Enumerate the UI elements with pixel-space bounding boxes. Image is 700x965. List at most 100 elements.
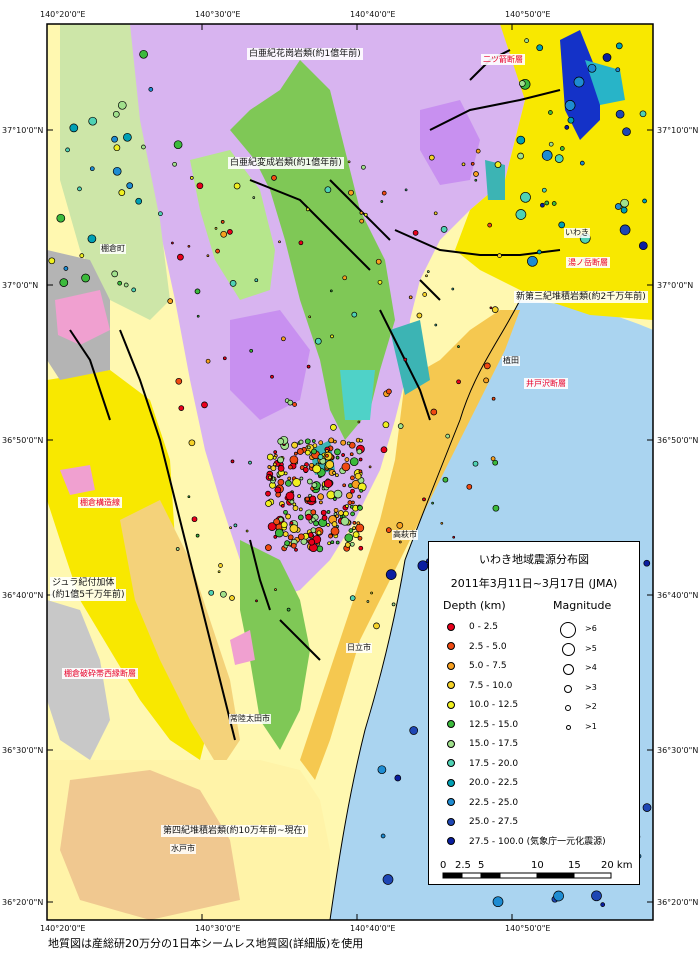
earthquake-point bbox=[274, 588, 277, 591]
earthquake-point bbox=[311, 448, 317, 455]
earthquake-point bbox=[292, 402, 297, 407]
earthquake-point bbox=[380, 446, 388, 454]
earthquake-point bbox=[320, 509, 327, 516]
earthquake-point bbox=[318, 440, 324, 446]
legend-magnitude-label: >4 bbox=[585, 663, 597, 672]
earthquake-point bbox=[229, 280, 237, 287]
depth-color-dot bbox=[447, 720, 455, 728]
earthquake-point bbox=[287, 464, 293, 470]
label-city-iwaki: いわき bbox=[564, 228, 590, 238]
earthquake-point bbox=[77, 186, 82, 192]
earthquake-point bbox=[489, 306, 493, 310]
earthquake-point bbox=[167, 298, 174, 304]
earthquake-point bbox=[305, 207, 310, 212]
earthquake-point bbox=[440, 226, 448, 233]
label-cretaceous-granite: 白亜紀花崗岩類(約1億年前) bbox=[247, 48, 363, 60]
earthquake-point bbox=[172, 161, 177, 167]
earthquake-point bbox=[615, 109, 625, 119]
earthquake-point bbox=[126, 182, 134, 189]
legend-depth-label: 17.5 - 20.0 bbox=[469, 758, 519, 769]
earthquake-point bbox=[218, 563, 223, 568]
earthquake-point bbox=[311, 482, 318, 488]
earthquake-point bbox=[335, 514, 339, 519]
earthquake-point bbox=[332, 471, 336, 475]
earthquake-point bbox=[564, 125, 570, 130]
earthquake-point bbox=[308, 538, 316, 546]
magnitude-circle bbox=[562, 663, 574, 675]
earthquake-point bbox=[559, 146, 565, 151]
earthquake-point bbox=[350, 488, 355, 494]
earthquake-point bbox=[306, 478, 313, 485]
scale-label-0: 0 bbox=[440, 860, 447, 871]
earthquake-point bbox=[277, 438, 285, 445]
earthquake-point bbox=[308, 315, 312, 319]
earthquake-point bbox=[385, 569, 397, 580]
earthquake-point bbox=[492, 504, 500, 512]
earthquake-point bbox=[396, 522, 404, 529]
earthquake-point bbox=[359, 218, 365, 224]
earthquake-point bbox=[201, 401, 208, 409]
earthquake-point bbox=[330, 334, 334, 339]
earthquake-point bbox=[335, 540, 340, 545]
earthquake-point bbox=[472, 460, 479, 467]
earthquake-point bbox=[298, 507, 303, 512]
earthquake-point bbox=[461, 162, 466, 167]
earthquake-point bbox=[63, 266, 69, 271]
earthquake-point bbox=[466, 483, 473, 490]
earthquake-point bbox=[536, 44, 544, 52]
earthquake-point bbox=[271, 175, 277, 181]
label-quaternary-sediment: 第四紀堆積岩類(約10万年前~現在) bbox=[161, 825, 309, 837]
earthquake-point bbox=[69, 123, 79, 133]
earthquake-point bbox=[442, 476, 449, 483]
earthquake-point bbox=[289, 521, 294, 525]
earthquake-point bbox=[277, 465, 285, 472]
label-futatsuya-fault: 二ツ箭断層 bbox=[481, 54, 525, 65]
legend-depth-item: 10.0 - 12.5 bbox=[447, 698, 518, 712]
earthquake-point bbox=[614, 203, 622, 210]
earthquake-point bbox=[178, 405, 185, 411]
earthquake-point bbox=[382, 874, 394, 885]
earthquake-point bbox=[117, 280, 123, 286]
lat-tick-left-2: 37°0'0"N bbox=[2, 281, 39, 290]
label-city-ueda: 植田 bbox=[502, 356, 520, 366]
depth-color-dot bbox=[447, 759, 455, 767]
legend-depth-label: 15.0 - 17.5 bbox=[469, 739, 519, 749]
geologic-seismic-map: 140°20'0"E 140°30'0"E 140°40'0"E 140°50'… bbox=[0, 0, 700, 961]
earthquake-point bbox=[359, 438, 363, 443]
earthquake-point bbox=[515, 209, 527, 220]
earthquake-point bbox=[354, 472, 362, 480]
label-idosawa-fault: 井戸沢断層 bbox=[524, 378, 568, 389]
legend-depth-item: 5.0 - 7.5 bbox=[447, 659, 507, 673]
earthquake-point bbox=[381, 190, 387, 196]
earthquake-point bbox=[355, 523, 365, 533]
lat-tick-left-6: 36°20'0"N bbox=[2, 898, 44, 907]
earthquake-point bbox=[422, 497, 426, 502]
earthquake-point bbox=[350, 475, 355, 481]
earthquake-point bbox=[117, 100, 127, 110]
earthquake-point bbox=[317, 454, 324, 460]
earthquake-point bbox=[434, 323, 438, 327]
legend-depth-label: 25.0 - 27.5 bbox=[469, 817, 519, 827]
earthquake-point bbox=[333, 507, 339, 513]
earthquake-point bbox=[518, 80, 526, 87]
earthquake-point bbox=[196, 314, 200, 318]
earthquake-point bbox=[325, 460, 335, 469]
earthquake-point bbox=[548, 110, 553, 115]
earthquake-point bbox=[356, 521, 361, 526]
earthquake-point bbox=[340, 439, 347, 446]
legend-date: 2011年3月11日~3月17日 (JMA) bbox=[450, 577, 618, 590]
earthquake-point bbox=[118, 189, 126, 196]
earthquake-point bbox=[579, 160, 585, 166]
earthquake-point bbox=[195, 533, 200, 538]
earthquake-point bbox=[289, 499, 295, 505]
earthquake-point bbox=[297, 514, 304, 521]
earthquake-point bbox=[334, 448, 341, 456]
earthquake-point bbox=[351, 311, 358, 318]
earthquake-point bbox=[408, 295, 413, 300]
earthquake-point bbox=[491, 306, 499, 313]
earthquake-point bbox=[272, 462, 277, 467]
earthquake-point bbox=[324, 186, 332, 194]
earthquake-point bbox=[615, 42, 623, 50]
depth-color-dot bbox=[447, 661, 455, 670]
earthquake-point bbox=[491, 396, 496, 401]
